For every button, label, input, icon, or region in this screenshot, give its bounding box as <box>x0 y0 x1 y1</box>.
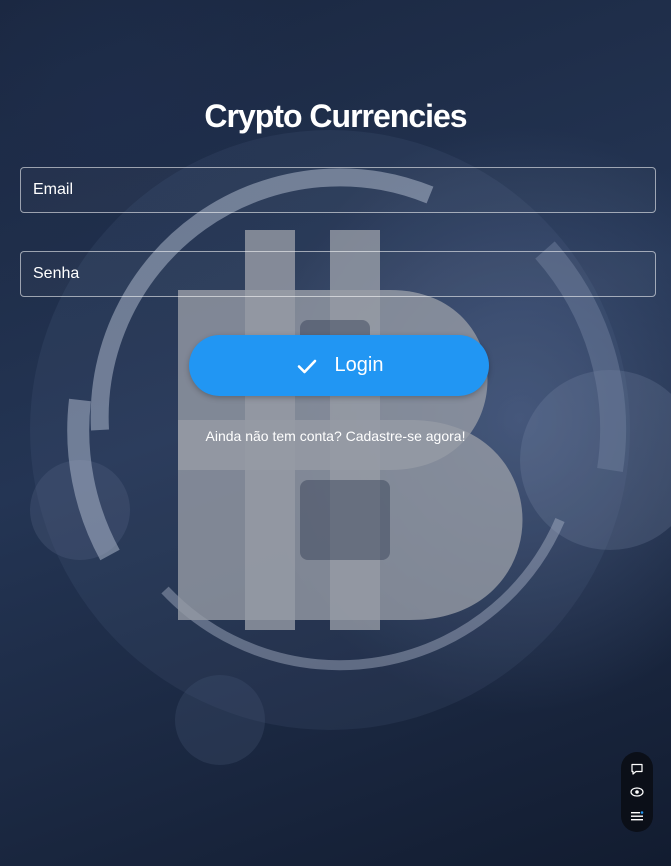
page-title: Crypto Currencies <box>204 98 467 134</box>
floating-widget <box>621 752 653 832</box>
eye-icon[interactable] <box>630 785 644 799</box>
email-input[interactable] <box>21 168 655 212</box>
chat-bubble-icon[interactable] <box>630 762 644 776</box>
menu-list-icon[interactable] <box>630 809 644 823</box>
password-input[interactable] <box>21 252 655 296</box>
signup-link[interactable]: Ainda não tem conta? Cadastre-se agora! <box>0 428 671 444</box>
check-icon <box>295 354 319 378</box>
login-button-label: Login <box>334 354 384 376</box>
password-field[interactable] <box>20 251 656 297</box>
email-field[interactable] <box>20 167 656 213</box>
login-button[interactable]: Login <box>189 335 489 396</box>
